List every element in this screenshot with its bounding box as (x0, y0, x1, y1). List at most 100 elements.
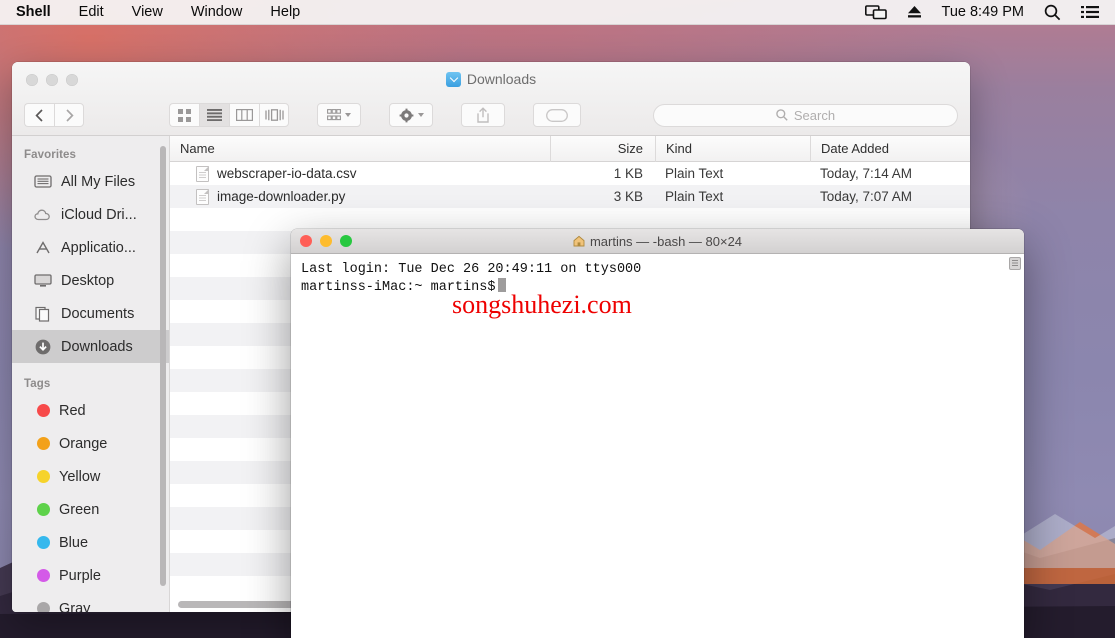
search-placeholder: Search (793, 107, 836, 123)
terminal-window[interactable]: martins — -bash — 80×24 Last login: Tue … (291, 229, 1024, 638)
finder-title: Downloads (12, 71, 970, 87)
list-view-button[interactable] (199, 103, 229, 127)
file-kind-cell: Plain Text (665, 189, 724, 204)
sidebar-label-tag-purple: Purple (59, 567, 101, 584)
finder-titlebar[interactable]: Downloads Search (12, 62, 970, 136)
sidebar-item-tag-gray[interactable]: Gray (12, 592, 169, 612)
share-button[interactable] (461, 103, 505, 127)
search-input[interactable]: Search (653, 103, 958, 127)
action-gear-button[interactable] (389, 103, 433, 127)
sidebar-label-tag-red: Red (59, 402, 86, 419)
column-header-name[interactable]: Name (170, 136, 550, 162)
tag-dot-blue-icon (37, 536, 50, 549)
file-size-cell: 1 KB (613, 166, 643, 181)
column-header-date-added[interactable]: Date Added (810, 136, 970, 162)
coverflow-view-button[interactable] (259, 103, 289, 127)
menubar-status-items: Tue 8:49 PM (864, 4, 1103, 21)
column-view-button[interactable] (229, 103, 259, 127)
terminal-scrollbar[interactable] (1009, 257, 1021, 270)
sidebar-label-downloads: Downloads (61, 338, 133, 355)
menu-shell[interactable]: Shell (10, 0, 65, 25)
tags-button[interactable] (533, 103, 581, 127)
tag-dot-red-icon (37, 404, 50, 417)
sidebar-item-desktop[interactable]: Desktop (12, 264, 169, 297)
view-mode-buttons (169, 103, 289, 127)
downloads-icon (34, 338, 52, 356)
column-header-size[interactable]: Size (550, 136, 655, 162)
sidebar-label-applications: Applicatio... (61, 239, 136, 256)
terminal-body[interactable]: Last login: Tue Dec 26 20:49:11 on ttys0… (291, 254, 1024, 638)
sidebar-label-tag-blue: Blue (59, 534, 89, 551)
sidebar-item-tag-red[interactable]: Red (12, 394, 169, 427)
sidebar-item-tag-blue[interactable]: Blue (12, 526, 169, 559)
tag-dot-gray-icon (37, 602, 50, 612)
finder-toolbar: Search (12, 94, 970, 136)
menu-window[interactable]: Window (177, 0, 257, 25)
table-row[interactable]: image-downloader.py 3 KB Plain Text Toda… (170, 185, 970, 208)
sidebar-label-documents: Documents (61, 305, 135, 322)
eject-icon[interactable] (907, 5, 922, 19)
sidebar-label-icloud-drive: iCloud Dri... (61, 206, 137, 223)
sidebar-label-all-my-files: All My Files (61, 173, 136, 190)
terminal-zoom-button[interactable] (340, 235, 352, 247)
sidebar-item-tag-orange[interactable]: Orange (12, 427, 169, 460)
spotlight-search-icon[interactable] (1044, 4, 1061, 21)
terminal-titlebar[interactable]: martins — -bash — 80×24 (291, 229, 1024, 254)
sidebar-header-favorites: Favorites (24, 149, 77, 161)
applications-icon (34, 239, 52, 257)
navigation-buttons (24, 103, 84, 127)
sidebar-item-downloads[interactable]: Downloads (12, 330, 169, 363)
file-name-text: webscraper-io-data.csv (217, 166, 357, 181)
sidebar-label-tag-green: Green (59, 501, 100, 518)
chevron-down-icon (345, 113, 351, 117)
sidebar-label-desktop: Desktop (61, 272, 115, 289)
terminal-title-text: martins — -bash — 80×24 (589, 233, 743, 249)
sidebar-label-tag-gray: Gray (59, 600, 91, 613)
finder-sidebar: Favorites All My Files iCloud Dri... App… (12, 136, 170, 612)
tag-dot-green-icon (37, 503, 50, 516)
desktop-icon (34, 272, 52, 290)
documents-icon (34, 305, 52, 323)
terminal-close-button[interactable] (300, 235, 312, 247)
file-name-cell: webscraper-io-data.csv (170, 165, 550, 182)
watermark-text: songshuhezi.com (452, 290, 632, 319)
sidebar-item-tag-purple[interactable]: Purple (12, 559, 169, 592)
plain-text-file-icon (196, 188, 209, 205)
home-folder-icon (573, 235, 585, 247)
search-icon (776, 109, 788, 121)
menu-help[interactable]: Help (256, 0, 314, 25)
table-row[interactable]: webscraper-io-data.csv 1 KB Plain Text T… (170, 162, 970, 185)
table-row-empty (170, 208, 970, 231)
file-size-cell: 3 KB (613, 189, 643, 204)
menu-edit[interactable]: Edit (65, 0, 118, 25)
icloud-drive-icon (34, 206, 52, 224)
sidebar-item-icloud-drive[interactable]: iCloud Dri... (12, 198, 169, 231)
tag-dot-purple-icon (37, 569, 50, 582)
column-header-kind[interactable]: Kind (655, 136, 810, 162)
sidebar-scrollbar[interactable] (160, 146, 166, 586)
menubar-clock[interactable]: Tue 8:49 PM (942, 4, 1024, 20)
plain-text-file-icon (196, 165, 209, 182)
icon-view-button[interactable] (169, 103, 199, 127)
sidebar-label-tag-orange: Orange (59, 435, 108, 452)
terminal-minimize-button[interactable] (320, 235, 332, 247)
sidebar-item-documents[interactable]: Documents (12, 297, 169, 330)
sidebar-item-applications[interactable]: Applicatio... (12, 231, 169, 264)
arrange-by-button[interactable] (317, 103, 361, 127)
tag-dot-orange-icon (37, 437, 50, 450)
terminal-line-1: Last login: Tue Dec 26 20:49:11 on ttys0… (301, 262, 642, 277)
menu-view[interactable]: View (118, 0, 177, 25)
screen-mirroring-icon[interactable] (864, 4, 887, 20)
all-my-files-icon (34, 173, 52, 191)
sidebar-label-tag-yellow: Yellow (59, 468, 101, 485)
forward-arrow-icon[interactable] (54, 103, 84, 127)
file-kind-cell: Plain Text (665, 166, 724, 181)
sidebar-item-all-my-files[interactable]: All My Files (12, 165, 169, 198)
file-date-cell: Today, 7:14 AM (820, 166, 913, 181)
sidebar-item-tag-yellow[interactable]: Yellow (12, 460, 169, 493)
back-arrow-icon[interactable] (24, 103, 54, 127)
notification-center-icon[interactable] (1081, 5, 1099, 19)
terminal-traffic-lights (300, 235, 352, 247)
sidebar-item-tag-green[interactable]: Green (12, 493, 169, 526)
file-date-cell: Today, 7:07 AM (820, 189, 913, 204)
